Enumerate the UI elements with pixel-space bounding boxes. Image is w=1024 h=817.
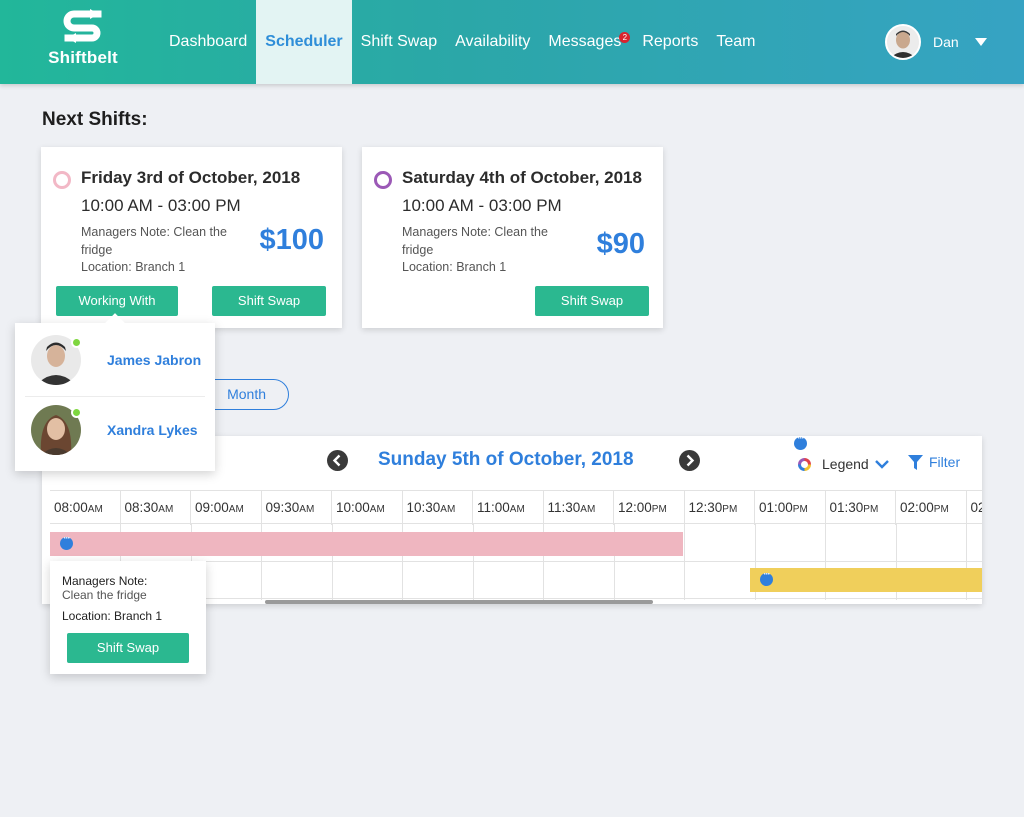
- filter-label: Filter: [929, 454, 961, 470]
- hour-label: 10:30AM: [403, 491, 473, 525]
- hour-label: 12:30PM: [685, 491, 755, 525]
- hour-label: 02:00PM: [896, 491, 967, 525]
- chevron-down-icon: [874, 460, 889, 469]
- shift-swap-button[interactable]: Shift Swap: [67, 633, 189, 663]
- legend-label: Legend: [822, 456, 869, 472]
- shift-swap-button[interactable]: Shift Swap: [535, 286, 649, 316]
- legend-ring-icon: [798, 457, 811, 471]
- hour-label: 11:30AM: [544, 491, 614, 525]
- divider: [25, 396, 205, 397]
- hour-label: 01:30PM: [826, 491, 896, 525]
- nav-reports[interactable]: Reports: [633, 0, 707, 84]
- shift-price: $90: [596, 228, 645, 260]
- nav-scheduler[interactable]: Scheduler: [256, 0, 352, 84]
- next-shifts-title: Next Shifts:: [42, 109, 148, 130]
- shift-card: Friday 3rd of October, 2018 10:00 AM - 0…: [41, 147, 342, 328]
- next-day-button[interactable]: [679, 450, 700, 471]
- app-logo[interactable]: Shiftbelt: [40, 8, 126, 68]
- shift-note-tooltip: Managers Note: Clean the fridge Location…: [50, 561, 206, 674]
- hour-label: 08:00AM: [50, 491, 121, 525]
- note-label: Managers Note:: [62, 574, 148, 588]
- shift-status-ring-icon: [374, 171, 392, 189]
- grid-line: [684, 524, 685, 600]
- nav-dashboard[interactable]: Dashboard: [160, 0, 256, 84]
- nav-availability[interactable]: Availability: [446, 0, 539, 84]
- note-value: Clean the fridge: [62, 588, 147, 602]
- hour-label: 09:00AM: [191, 491, 262, 525]
- hour-label: 08:30AM: [121, 491, 191, 525]
- horizontal-scrollbar[interactable]: [265, 600, 653, 604]
- online-status-dot: [71, 337, 82, 348]
- top-navigation-bar: Shiftbelt Dashboard Scheduler Shift Swap…: [0, 0, 1024, 84]
- hour-label: 02: [967, 491, 983, 525]
- shift-note: Managers Note: Clean the fridge: [402, 225, 548, 257]
- shift-location: Location: Branch 1: [81, 260, 186, 274]
- working-with-button[interactable]: Working With: [56, 286, 178, 316]
- hour-label: 11:00AM: [473, 491, 544, 525]
- previous-day-button[interactable]: [327, 450, 348, 471]
- working-with-popover: James Jabron Xandra Lykes: [15, 313, 215, 471]
- nav-shift-swap[interactable]: Shift Swap: [352, 0, 446, 84]
- shift-card: Saturday 4th of October, 2018 10:00 AM -…: [362, 147, 663, 328]
- legend-dropdown[interactable]: Legend: [798, 456, 890, 472]
- chevron-right-icon: [686, 454, 695, 467]
- chat-bubble-icon[interactable]: [760, 569, 773, 586]
- hour-label: 12:00PM: [614, 491, 685, 525]
- coworker-item[interactable]: Xandra Lykes: [31, 405, 205, 465]
- user-name: Dan: [933, 34, 959, 50]
- filter-button[interactable]: Filter: [908, 454, 960, 470]
- location-label: Location: Branch 1: [62, 609, 163, 623]
- chevron-left-icon: [332, 454, 341, 467]
- filter-funnel-icon: [908, 454, 923, 470]
- shift-location: Location: Branch 1: [402, 260, 507, 274]
- main-nav: Dashboard Scheduler Shift Swap Availabil…: [160, 0, 765, 84]
- chat-bubble-icon[interactable]: [794, 436, 807, 450]
- user-menu-caret-icon[interactable]: [974, 38, 987, 46]
- shift-block[interactable]: [50, 532, 683, 556]
- messages-count-badge: 2: [619, 32, 631, 43]
- coworker-name: James Jabron: [107, 352, 202, 368]
- hour-label: 10:00AM: [332, 491, 403, 525]
- shift-date: Saturday 4th of October, 2018: [402, 168, 642, 187]
- chat-bubble-icon[interactable]: [60, 533, 73, 550]
- user-menu[interactable]: Dan: [885, 24, 987, 60]
- coworker-item[interactable]: James Jabron: [31, 335, 205, 395]
- user-avatar: [885, 24, 921, 60]
- nav-team[interactable]: Team: [707, 0, 764, 84]
- shift-date: Friday 3rd of October, 2018: [81, 168, 301, 187]
- shiftbelt-logo-icon: [63, 9, 102, 43]
- hour-label: 09:30AM: [262, 491, 332, 525]
- hour-header-row: 08:00AM 08:30AM 09:00AM 09:30AM 10:00AM …: [50, 490, 983, 525]
- shift-note: Managers Note: Clean the fridge: [81, 225, 227, 257]
- app-name: Shiftbelt: [48, 48, 118, 67]
- scheduler-date: Sunday 5th of October, 2018: [378, 449, 634, 470]
- shift-price: $100: [259, 224, 324, 256]
- shift-time: 10:00 AM - 03:00 PM: [402, 196, 562, 215]
- nav-messages[interactable]: Messages 2: [539, 0, 633, 84]
- hour-label: 01:00PM: [755, 491, 826, 525]
- shift-time: 10:00 AM - 03:00 PM: [81, 196, 241, 215]
- coworker-name: Xandra Lykes: [107, 422, 198, 438]
- shift-swap-button[interactable]: Shift Swap: [212, 286, 326, 316]
- shift-block[interactable]: [750, 568, 982, 592]
- shift-status-ring-icon: [53, 171, 71, 189]
- nav-messages-label: Messages: [548, 33, 622, 50]
- online-status-dot: [71, 407, 82, 418]
